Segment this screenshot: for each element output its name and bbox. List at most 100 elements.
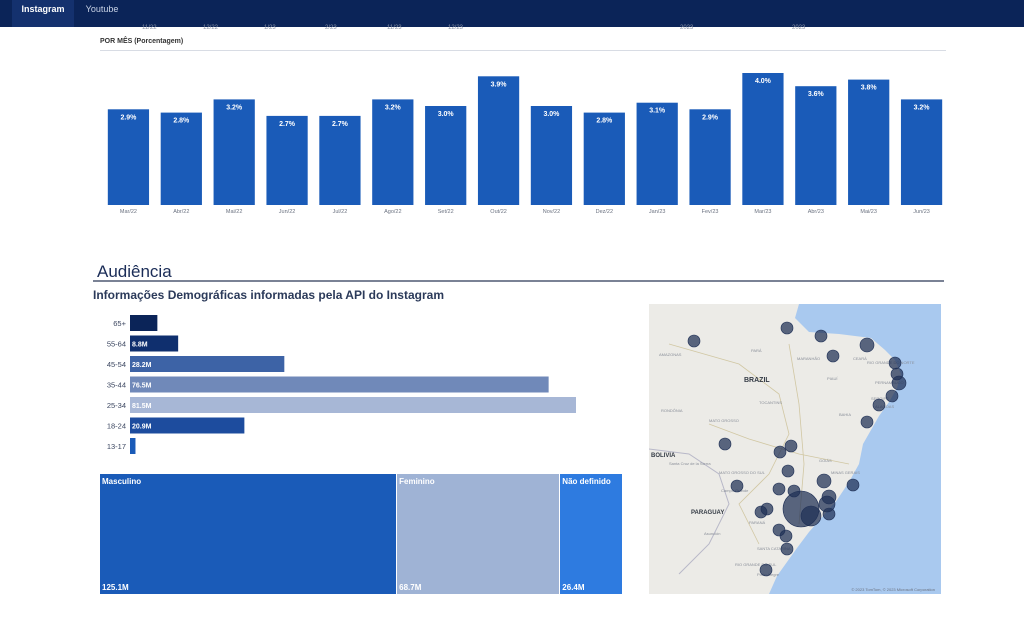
location-bubble <box>860 415 874 429</box>
map-place-label: CEARÁ <box>853 356 867 361</box>
location-bubble <box>814 329 828 343</box>
audience-map-svg: BRAZIL BOLIVIA PARAGUAY Santa Cruz de la Si… <box>649 304 941 594</box>
ghost-axis-label: 12/23 <box>448 25 464 31</box>
bar <box>213 99 255 205</box>
demographics-subtitle: Informações Demográficas informadas pela… <box>93 288 444 302</box>
bar-data-label: 2.7% <box>279 121 296 128</box>
x-tick-label: Mar/22 <box>120 209 137 215</box>
bar <box>795 86 837 205</box>
x-tick-label: Ago/22 <box>384 209 401 215</box>
map-place-label: TOCANTINS <box>759 400 782 405</box>
monthly-chart-title: POR MÊS (Porcentagem) <box>100 38 184 45</box>
bar <box>689 109 731 205</box>
bar-data-label: 3.0% <box>543 111 560 118</box>
ghost-axis-label: 11/23 <box>387 25 402 31</box>
bar-data-label: 4.0% <box>755 78 772 85</box>
map-attribution: © 2023 TomTom, © 2023 Microsoft Corporat… <box>851 587 935 592</box>
age-tick-label: 35-44 <box>107 381 126 390</box>
x-tick-label: Jun/22 <box>279 209 296 215</box>
bar <box>425 106 467 205</box>
treemap-cell-label: Masculino <box>102 477 142 486</box>
treemap-cell: Não definido 26.4M <box>560 474 622 594</box>
bar-data-label: 3.1% <box>649 108 666 115</box>
ghost-axis-label: 1/23 <box>264 25 276 31</box>
location-bubble <box>800 505 822 527</box>
x-tick-label: Fev/23 <box>702 209 719 215</box>
x-tick-label: Jan/23 <box>649 209 666 215</box>
location-bubble <box>687 334 701 348</box>
bar-data-label: 3.0% <box>438 111 455 118</box>
bar-data-label: 2.7% <box>332 121 349 128</box>
bar-data-label: 3.6% <box>808 91 825 98</box>
map-place-label: MARANHÃO <box>797 356 820 361</box>
ghost-axis-label: 12/22 <box>203 25 219 31</box>
bar-data-label: 2.8% <box>173 118 190 125</box>
location-bubble <box>826 349 840 363</box>
age-data-label: 76.5M <box>132 383 152 390</box>
bar-data-label: 2.9% <box>120 114 137 121</box>
monthly-bar-chart-svg: 2.9% Mar/22 2.8% Abr/22 3.2% Mai/22 2.7% Jun/22… <box>107 73 943 215</box>
age-data-label: 28.2M <box>132 362 152 369</box>
map-place-label: Santa Cruz de la Sierra <box>669 461 711 466</box>
map-place-label: RONDÔNIA <box>661 408 683 413</box>
x-tick-label: Jun/23 <box>913 209 930 215</box>
tab-instagram[interactable]: Instagram <box>12 0 74 27</box>
location-bubble <box>891 375 907 391</box>
location-bubble <box>718 437 732 451</box>
location-bubble <box>885 389 899 403</box>
location-bubble <box>816 473 832 489</box>
chart-divider <box>100 50 946 51</box>
age-bar <box>130 315 158 331</box>
bar-data-label: 3.2% <box>226 104 243 111</box>
location-bubble <box>846 478 860 492</box>
location-bubble <box>759 563 773 577</box>
map-place-label: GOIÁS <box>819 458 832 463</box>
bar <box>900 99 943 205</box>
monthly-bar-chart: 2.9% Mar/22 2.8% Abr/22 3.2% Mai/22 2.7% Jun/22… <box>100 55 946 217</box>
bar <box>319 115 361 205</box>
age-data-label: 81.5M <box>132 403 152 410</box>
bar <box>107 109 150 205</box>
ghost-axis-label: 2/23 <box>325 25 337 31</box>
map-place-label: PARANÁ <box>749 520 765 525</box>
treemap-cell-value: 26.4M <box>562 583 585 592</box>
age-tick-label: 13-17 <box>107 442 126 451</box>
map-place-label: MINAS GERAIS <box>831 470 860 475</box>
treemap-cell-label: Feminino <box>399 477 435 486</box>
location-bubble <box>822 507 836 521</box>
ghost-axis-label: 2023 <box>792 25 806 31</box>
bar-data-label: 3.2% <box>914 104 931 111</box>
map-place-label: MATO GROSSO DO SUL <box>719 470 766 475</box>
location-bubble <box>859 337 875 353</box>
map-place-label: Asunción <box>704 531 720 536</box>
audience-map[interactable]: BRAZIL BOLIVIA PARAGUAY Santa Cruz de la Si… <box>649 304 941 594</box>
bar <box>477 76 520 205</box>
section-title-audiencia: Audiência <box>97 262 172 281</box>
age-distribution-svg: 65+ 55-64 8.8M 45-54 28.2M 35-44 76.5M 25-34 81.… <box>107 315 576 454</box>
treemap-cell-value: 125.1M <box>102 583 129 592</box>
map-place-label: BOLIVIA <box>651 453 676 459</box>
map-place-label: BAHIA <box>839 412 851 417</box>
ghost-axis-label: 11/22 <box>142 25 157 31</box>
location-bubble <box>779 529 793 543</box>
gender-treemap: Masculino 125.1M Feminino 68.7M Não definido… <box>100 474 623 594</box>
bar <box>266 115 308 205</box>
map-place-label: PIAUÍ <box>827 376 838 381</box>
bar-data-label: 2.8% <box>596 118 613 125</box>
age-data-label: 20.9M <box>132 424 152 431</box>
x-tick-label: Jul/22 <box>333 209 348 215</box>
location-bubble <box>784 439 798 453</box>
bar <box>742 73 784 205</box>
x-tick-label: Mar/23 <box>754 209 771 215</box>
treemap-cell: Masculino 125.1M <box>100 474 397 594</box>
map-place-label: PARÁ <box>751 348 762 353</box>
tab-youtube[interactable]: Youtube <box>74 0 130 27</box>
age-tick-label: 55-64 <box>107 340 126 349</box>
age-tick-label: 65+ <box>113 319 126 328</box>
age-bar <box>130 397 576 413</box>
bar <box>530 106 573 205</box>
bar <box>583 112 625 205</box>
x-tick-label: Out/22 <box>490 209 507 215</box>
top-nav-bar: Instagram Youtube <box>0 0 1024 27</box>
age-tick-label: 45-54 <box>107 360 126 369</box>
